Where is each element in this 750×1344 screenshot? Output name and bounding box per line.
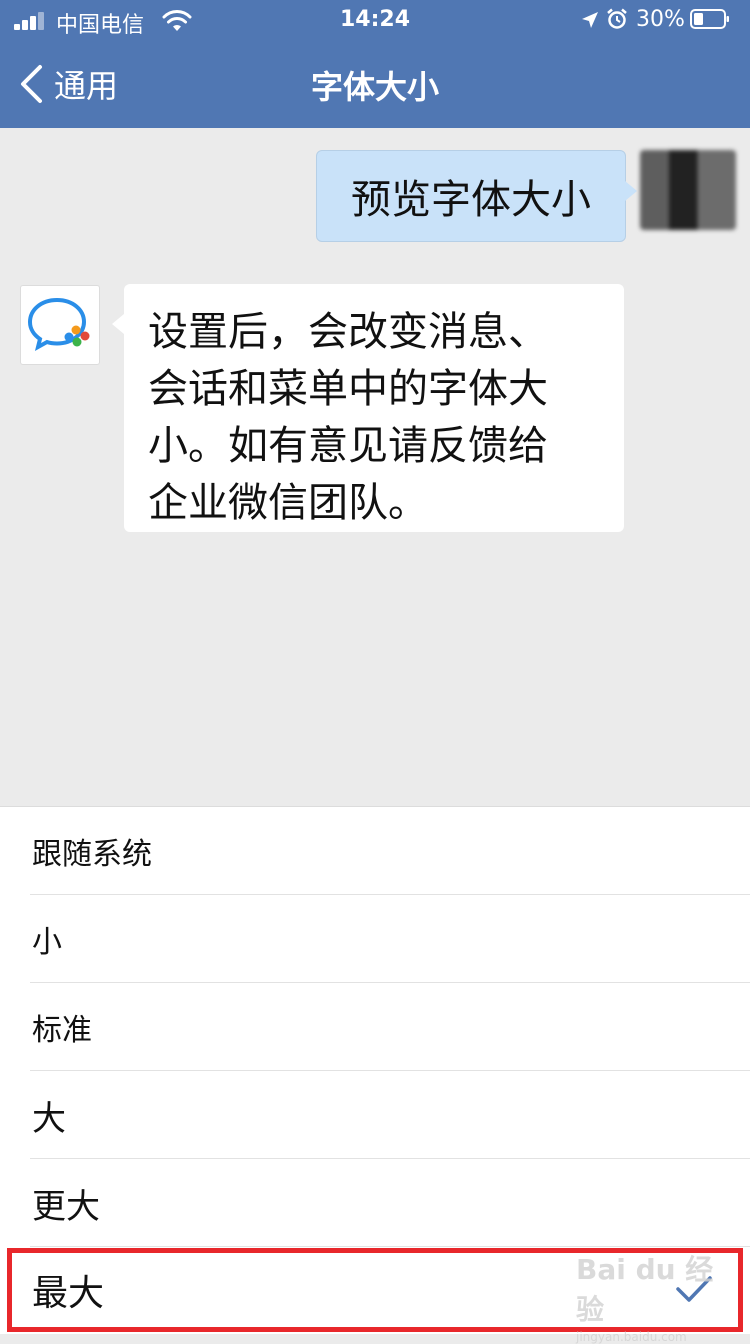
option-label: 跟随系统 [32, 837, 152, 872]
option-label: 小 [32, 925, 62, 960]
option-standard[interactable]: 标准 [0, 983, 750, 1071]
location-arrow-icon [582, 12, 598, 28]
alarm-clock-icon [607, 8, 627, 29]
option-follow-system[interactable]: 跟随系统 [0, 807, 750, 895]
top-bar: 中国电信 14:24 30% 通用 字体大小 [0, 0, 750, 128]
option-large[interactable]: 大 [0, 1071, 750, 1159]
option-larger[interactable]: 更大 [0, 1159, 750, 1247]
option-small[interactable]: 小 [0, 895, 750, 983]
wework-avatar-icon [20, 285, 100, 365]
battery-percent: 30% [636, 7, 685, 32]
sent-message-bubble: 预览字体大小 [316, 150, 637, 242]
watermark-url: jingyan.baidu.com [576, 1330, 687, 1344]
watermark-brand: Bai du 经验 [576, 1253, 714, 1326]
battery-icon [690, 9, 729, 29]
option-label: 标准 [32, 1013, 92, 1048]
user-avatar [640, 150, 736, 230]
option-label: 更大 [32, 1186, 100, 1227]
page-title: 字体大小 [310, 68, 439, 106]
option-label: 大 [32, 1098, 66, 1139]
reply-message-bubble: 设置后，会改变消息、 会话和菜单中的字体大 小。如有意见请反馈给 企业微信团队。 [112, 284, 624, 532]
option-label: 最大 [32, 1273, 105, 1314]
status-bar: 中国电信 14:24 30% [0, 0, 750, 40]
baidu-watermark: Bai du 经验 jingyan.baidu.com [576, 1248, 726, 1344]
